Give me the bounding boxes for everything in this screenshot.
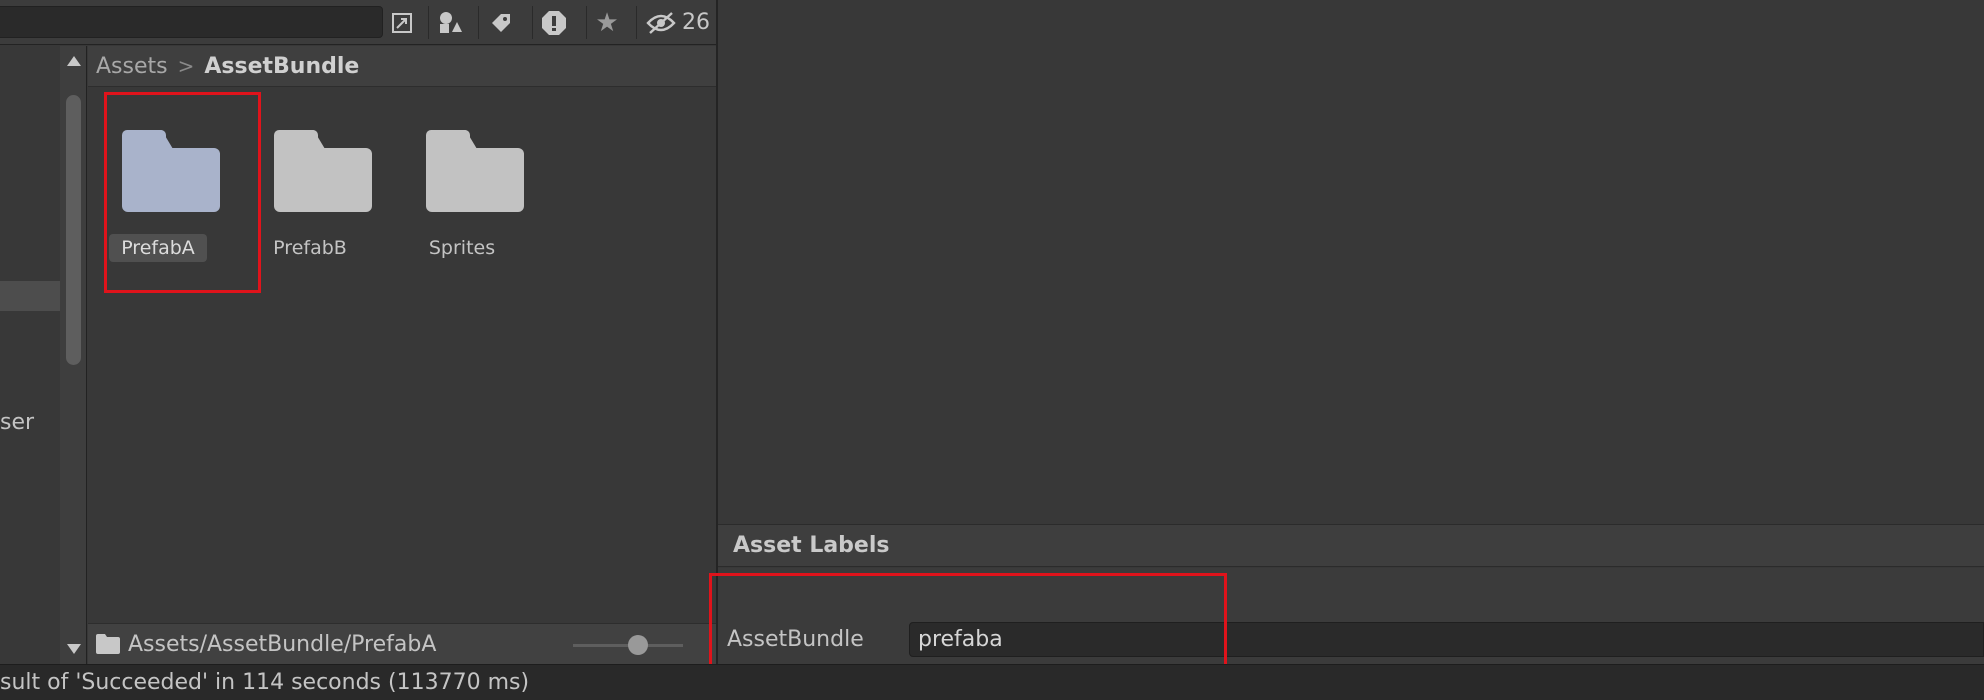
search-by-type-button[interactable] [384,0,420,45]
assetbundle-highlight-box [709,573,1227,678]
breadcrumb-current[interactable]: AssetBundle [204,54,359,79]
status-message: sult of 'Succeeded' in 114 seconds (1137… [0,670,530,695]
status-bar[interactable]: sult of 'Succeeded' in 114 seconds (1137… [0,664,1984,700]
eye-hidden-icon [646,11,676,34]
hidden-packages-count: 26 [682,10,710,35]
selected-asset-path: Assets/AssetBundle/PrefabA [128,631,437,657]
search-input[interactable] [0,6,383,38]
folder-icon [426,130,524,212]
shapes-icon [440,11,462,33]
tag-icon [492,13,510,32]
exclamation-icon [542,10,566,35]
tree-selected-row[interactable] [0,281,60,311]
folder-name: Sprites [428,237,496,259]
filter-by-label-button[interactable] [480,0,522,45]
scrollbar-thumb[interactable] [66,95,81,365]
folder-icon [274,130,372,212]
chevron-right-icon: > [177,54,195,78]
console-errors-button[interactable] [534,0,574,45]
favorites-button[interactable]: ★ [588,0,626,45]
filter-by-type-button[interactable] [430,0,470,45]
slider-handle[interactable] [628,635,648,655]
breadcrumb: Assets > AssetBundle [88,46,716,87]
folder-icon [96,634,120,654]
selection-highlight-box [104,92,261,293]
open-in-new-icon [392,12,412,33]
folder-item-prefabb[interactable]: PrefabB [240,88,380,288]
hidden-packages-button[interactable]: 26 [640,0,716,45]
scroll-down-arrow-icon[interactable] [67,644,81,654]
asset-labels-header[interactable]: Asset Labels [718,524,1984,567]
breadcrumb-root[interactable]: Assets [96,54,168,79]
star-icon: ★ [595,7,619,38]
scroll-up-arrow-icon[interactable] [67,56,81,66]
project-toolbar: ★ 26 [0,0,716,45]
folder-item-sprites[interactable]: Sprites [392,88,532,288]
folder-tree[interactable] [0,46,60,664]
tree-scrollbar[interactable] [60,46,87,664]
folder-name: PrefabB [273,237,347,259]
tree-item-label[interactable]: ser [0,410,34,435]
